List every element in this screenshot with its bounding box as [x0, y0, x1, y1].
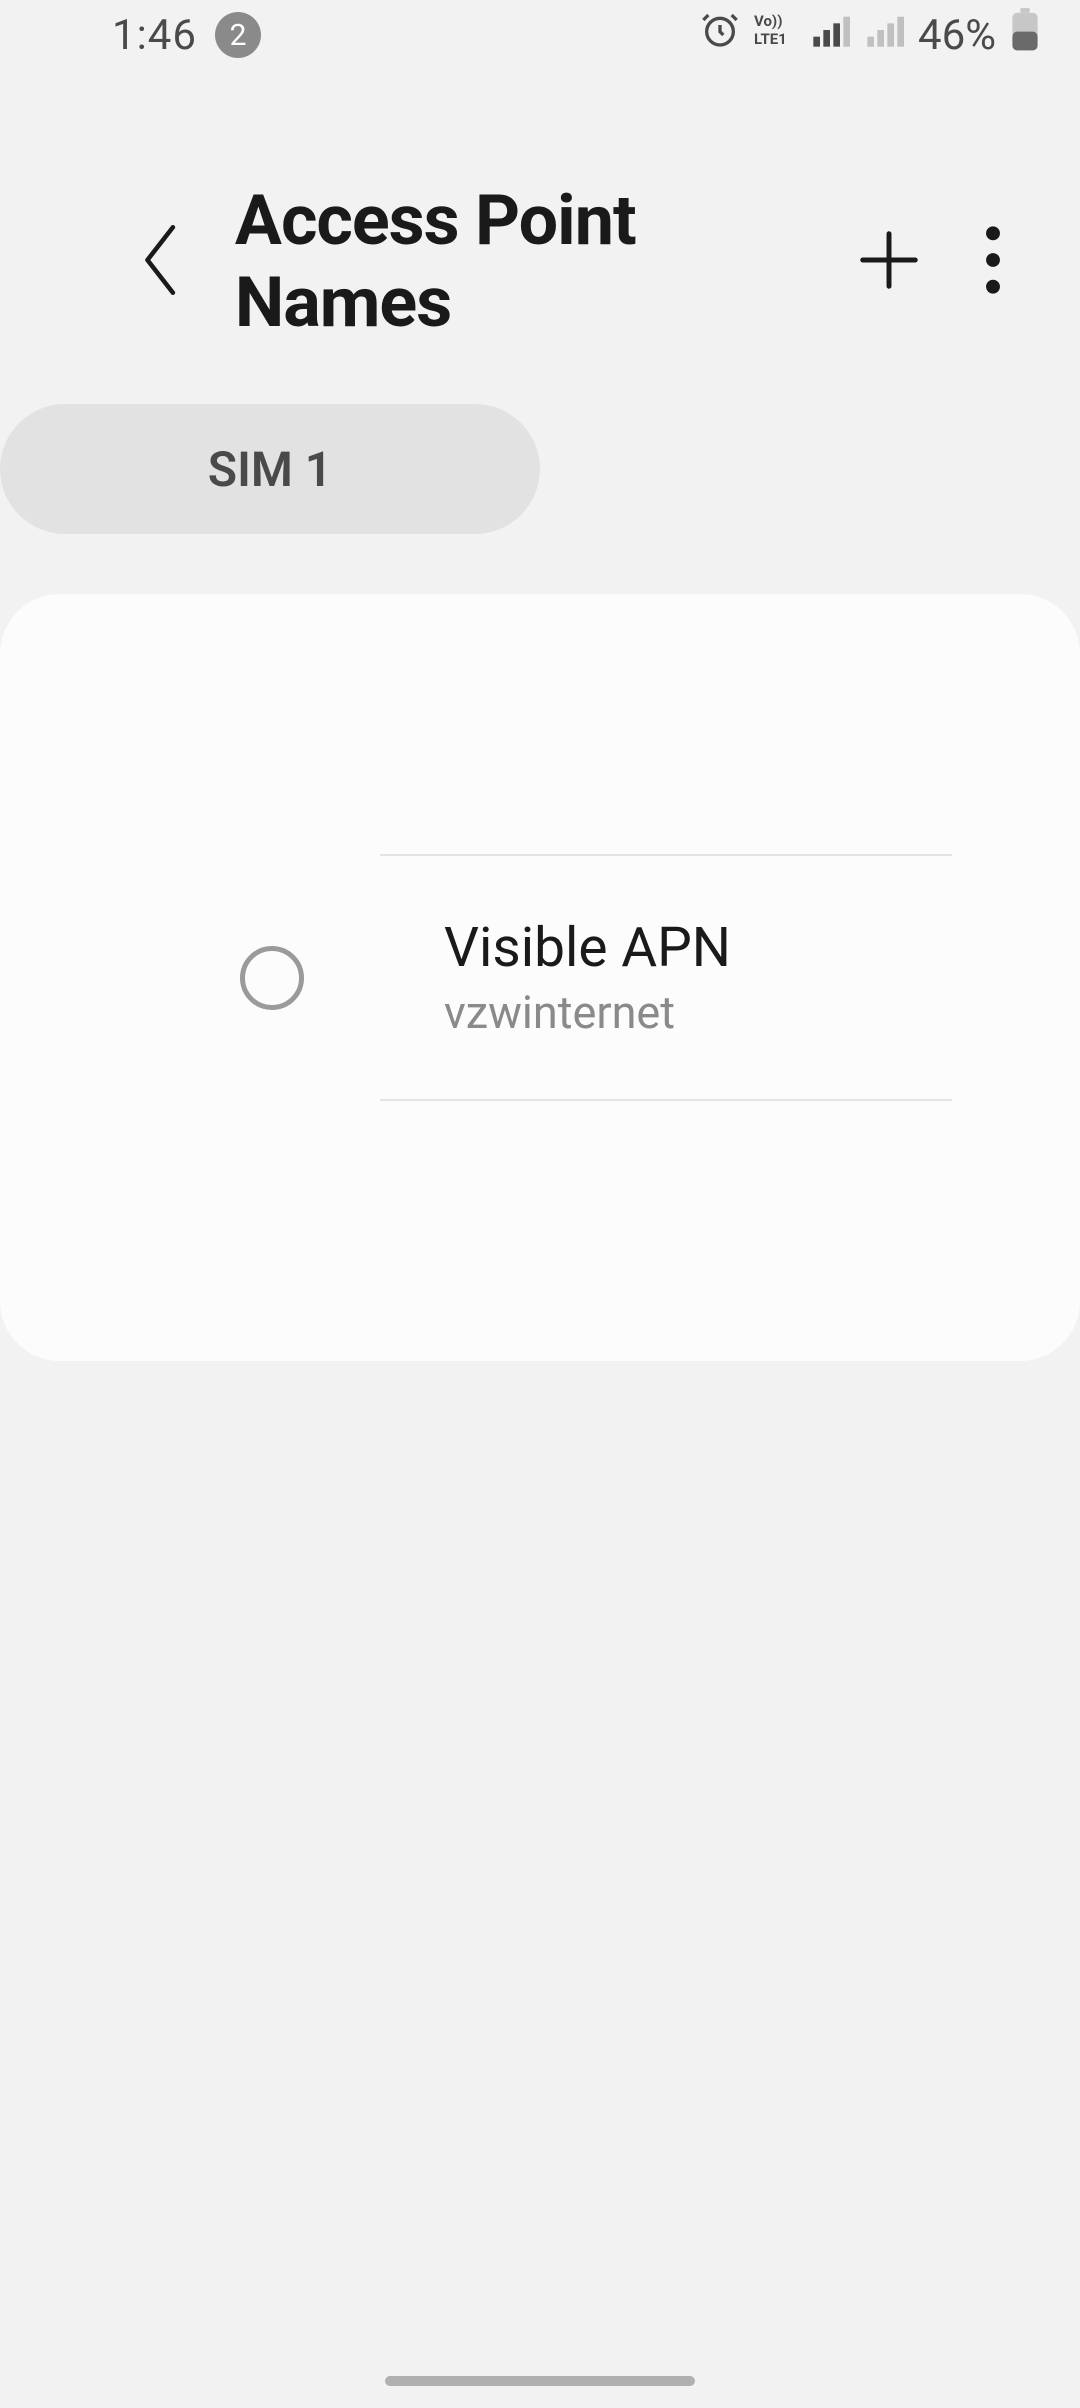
- tab-sim1-label: SIM 1: [208, 441, 332, 498]
- apn-list-item[interactable]: Visible APN vzwinternet: [0, 856, 1080, 1099]
- battery-icon: [1010, 8, 1040, 63]
- status-right: Vo))LTE1 46%: [700, 8, 1040, 63]
- svg-text:Vo)): Vo)): [754, 12, 782, 30]
- tab-sim2-empty: [540, 404, 1080, 534]
- status-left: 1:46 2: [112, 11, 261, 60]
- chevron-left-icon: [140, 220, 184, 304]
- battery-percent: 46%: [918, 11, 996, 60]
- signal-bars-sim2-icon: [864, 10, 904, 61]
- alarm-icon: [700, 10, 740, 61]
- list-divider-bottom: [380, 1099, 952, 1101]
- signal-bars-sim1-icon: [810, 10, 850, 61]
- card-top-spacer: [0, 594, 1080, 854]
- volte-icon: Vo))LTE1: [754, 10, 796, 61]
- gesture-nav-indicator[interactable]: [385, 2376, 695, 2386]
- apn-value: vzwinternet: [444, 986, 952, 1039]
- status-bar: 1:46 2 Vo))LTE1 46%: [0, 0, 1080, 70]
- svg-text:LTE1: LTE1: [754, 30, 787, 48]
- apn-texts: Visible APN vzwinternet: [444, 916, 952, 1039]
- apn-radio[interactable]: [240, 946, 304, 1010]
- apn-list-card: Visible APN vzwinternet: [0, 594, 1080, 1361]
- back-button[interactable]: [120, 202, 205, 322]
- tab-sim1[interactable]: SIM 1: [0, 404, 540, 534]
- more-vert-icon: [985, 225, 1001, 299]
- plus-icon: [854, 225, 924, 299]
- app-header: Access Point Names: [0, 70, 1080, 404]
- apn-name: Visible APN: [444, 916, 952, 980]
- sim-tabs: SIM 1: [0, 404, 1080, 534]
- notification-count-badge: 2: [215, 12, 261, 58]
- status-time: 1:46: [112, 11, 197, 60]
- more-options-button[interactable]: [946, 202, 1040, 322]
- add-apn-button[interactable]: [832, 202, 945, 322]
- page-title: Access Point Names: [235, 180, 833, 344]
